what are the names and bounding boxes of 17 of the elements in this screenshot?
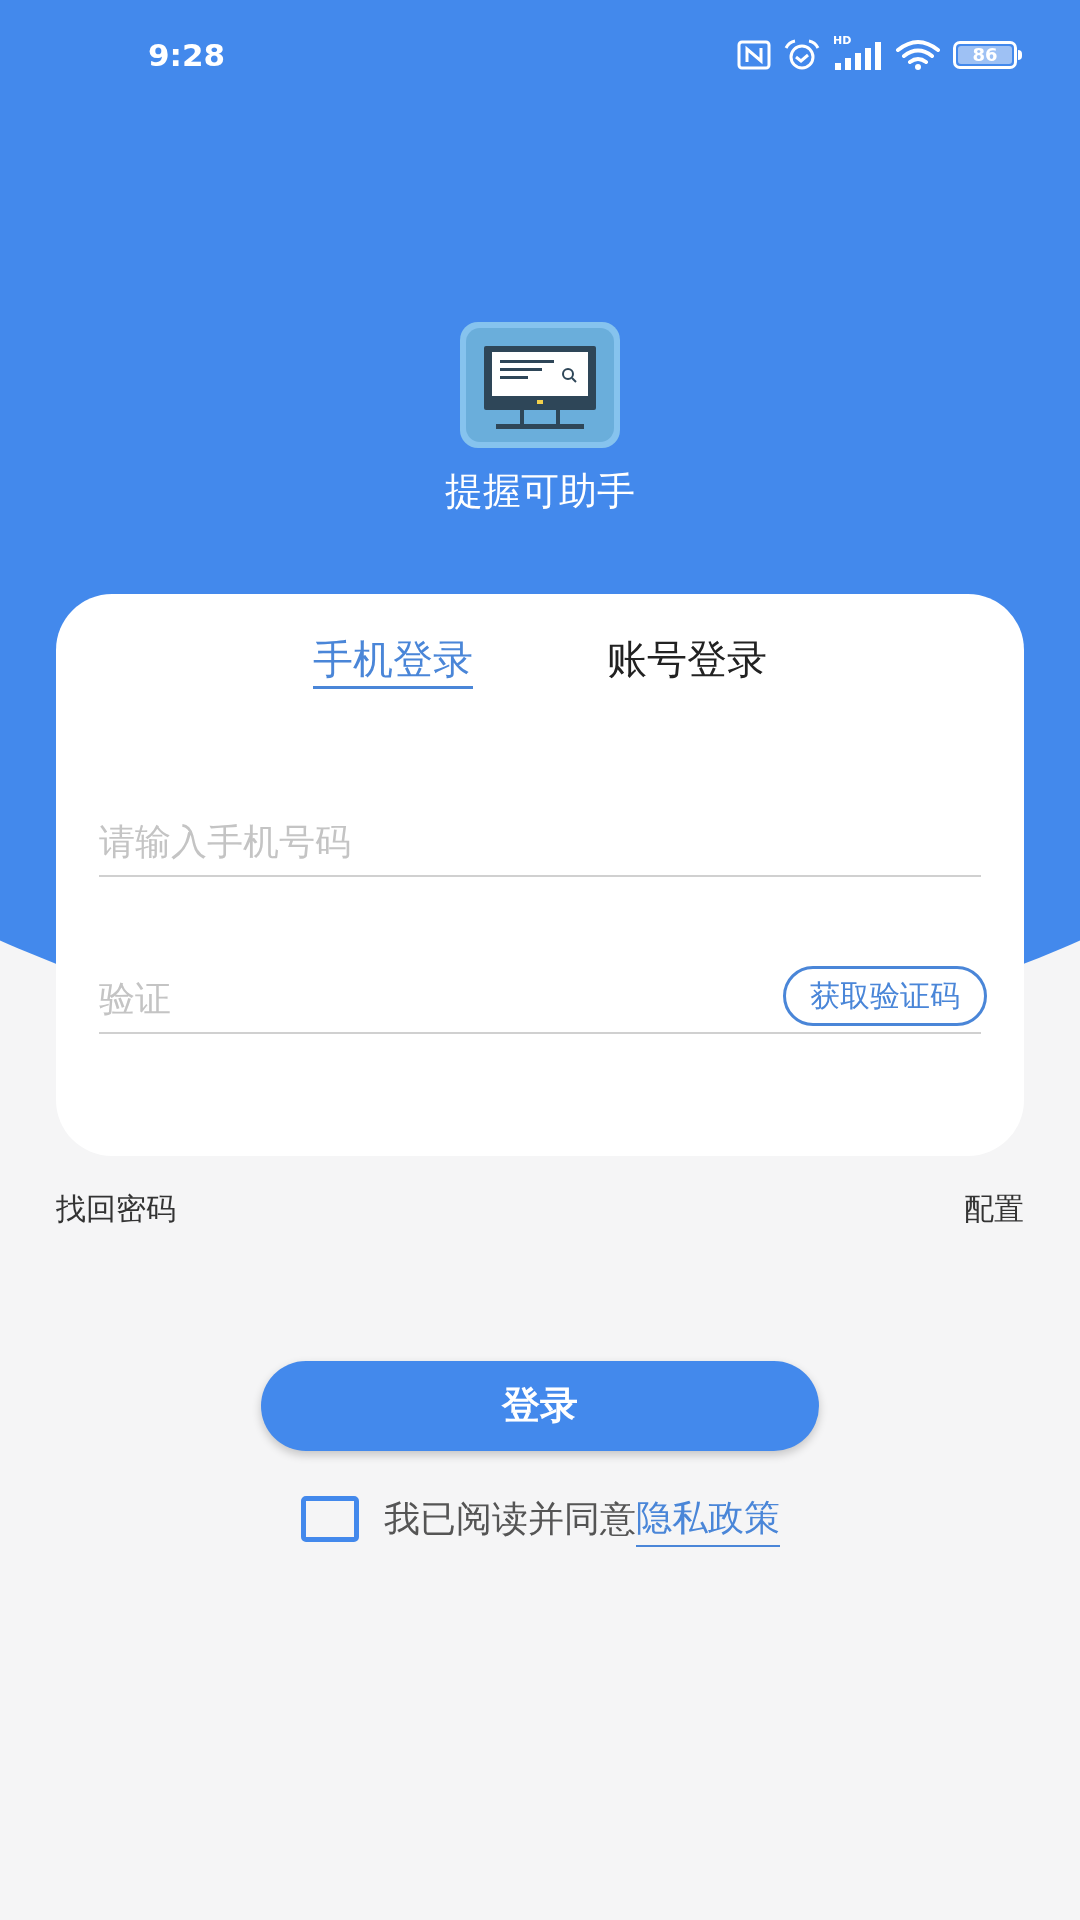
alarm-icon	[783, 39, 821, 71]
app-name: 提握可助手	[445, 468, 635, 515]
phone-field[interactable]: 请输入手机号码	[99, 814, 981, 875]
privacy-policy-link[interactable]: 隐私政策	[635, 1490, 780, 1547]
login-tab[interactable]: 手机登录	[313, 633, 473, 689]
get-code-button[interactable]: 获取验证码	[783, 965, 987, 1026]
agreement-text: 我已阅读并同意	[383, 1496, 636, 1541]
status-time: 9:28	[148, 35, 226, 75]
settings-link[interactable]: 配置	[964, 1185, 1024, 1231]
nfc-icon	[737, 40, 771, 70]
login-button[interactable]: 登录	[261, 1360, 819, 1451]
monitor-icon	[458, 320, 622, 450]
agreement-checkbox[interactable]	[300, 1495, 359, 1542]
forgot-password-link[interactable]: 找回密码	[56, 1185, 176, 1231]
code-field[interactable]: 验证	[99, 971, 783, 1032]
login-tab[interactable]: 账号登录	[607, 633, 767, 689]
wifi-icon	[895, 39, 941, 71]
